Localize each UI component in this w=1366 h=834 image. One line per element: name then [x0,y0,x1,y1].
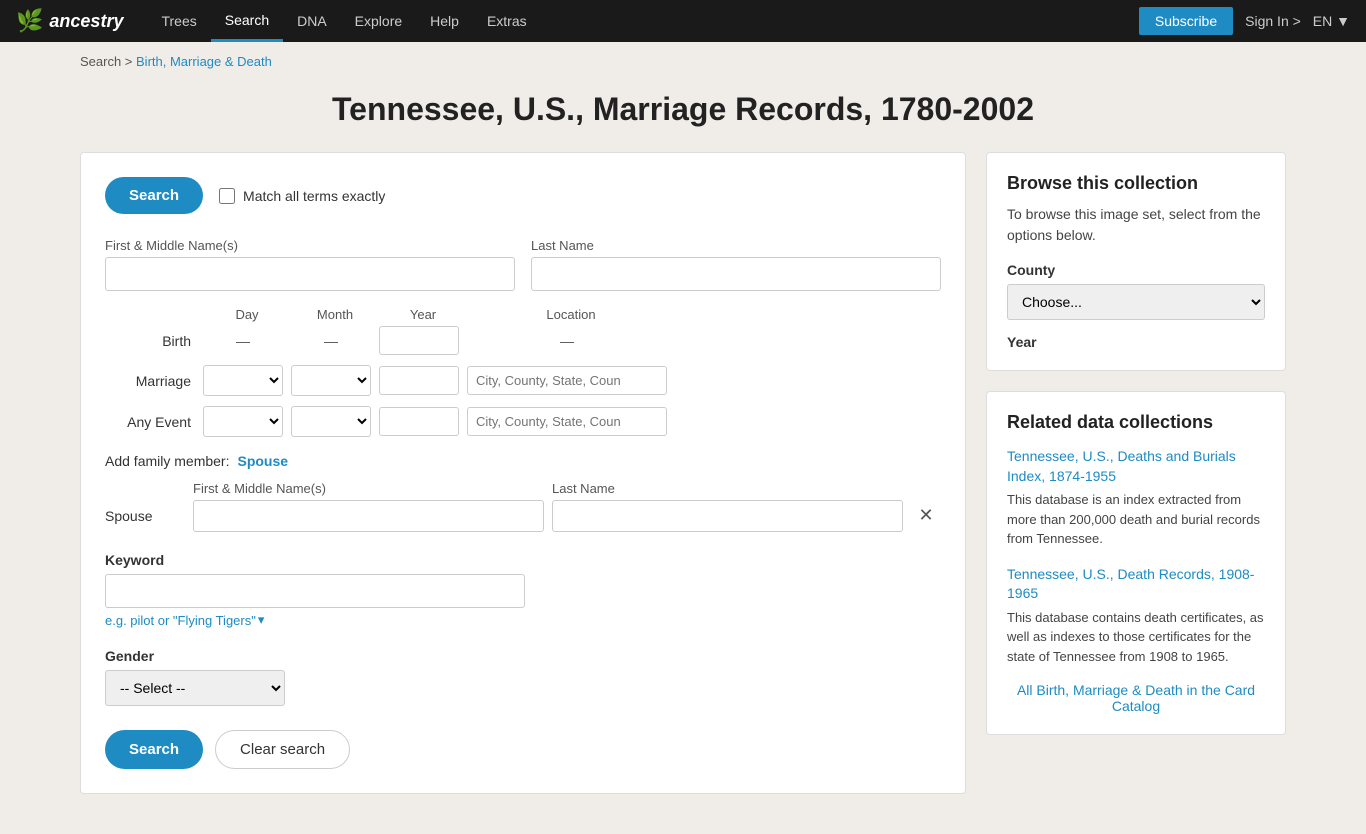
year-header: Year [383,307,463,322]
date-grid: Day Month Year Location Birth — — — Marr… [105,307,941,437]
gender-section: Gender -- Select -- Male Female [105,648,941,706]
any-event-row: Any Event [105,406,941,437]
related-desc-1: This database is an index extracted from… [1007,490,1265,549]
browse-description: To browse this image set, select from th… [1007,204,1265,246]
browse-title: Browse this collection [1007,173,1265,194]
search-button-top[interactable]: Search [105,177,203,214]
marriage-label: Marriage [105,373,195,389]
related-item-1: Tennessee, U.S., Deaths and Burials Inde… [1007,447,1265,549]
birth-label: Birth [105,333,195,349]
marriage-day-select[interactable] [203,365,283,396]
spouse-link[interactable]: Spouse [237,453,288,469]
first-name-group: First & Middle Name(s) [105,238,515,291]
last-name-label: Last Name [531,238,941,253]
birth-day-dash: — [203,333,283,349]
spouse-row-label: Spouse [105,508,185,532]
nav-help[interactable]: Help [416,0,473,42]
nav-explore[interactable]: Explore [341,0,416,42]
spouse-first-name-input[interactable] [193,500,544,532]
birth-row: Birth — — — [105,326,941,355]
spouse-last-name-input[interactable] [552,500,903,532]
bottom-buttons: Search Clear search [105,730,941,769]
subscribe-button[interactable]: Subscribe [1139,7,1233,35]
header-empty [109,307,199,322]
date-grid-header: Day Month Year Location [105,307,941,322]
location-header: Location [471,307,671,322]
spouse-first-name-group: First & Middle Name(s) [193,481,544,532]
marriage-month-select[interactable] [291,365,371,396]
search-button-bottom[interactable]: Search [105,730,203,769]
chevron-down-icon: ▾ [258,612,265,628]
county-label: County [1007,262,1265,278]
page-title: Tennessee, U.S., Marriage Records, 1780-… [0,91,1366,128]
match-all-text: Match all terms exactly [243,188,385,204]
gender-select[interactable]: -- Select -- Male Female [105,670,285,706]
breadcrumb: Search > Birth, Marriage & Death [0,42,1366,81]
nav-extras[interactable]: Extras [473,0,541,42]
clear-search-button[interactable]: Clear search [215,730,350,769]
name-fields-row: First & Middle Name(s) Last Name [105,238,941,291]
first-name-label: First & Middle Name(s) [105,238,515,253]
breadcrumb-prefix: Search > [80,54,136,69]
marriage-location-input[interactable] [467,366,667,395]
county-select[interactable]: Choose... [1007,284,1265,320]
related-item-2: Tennessee, U.S., Death Records, 1908-196… [1007,565,1265,667]
any-event-location-input[interactable] [467,407,667,436]
related-title: Related data collections [1007,412,1265,433]
month-header: Month [295,307,375,322]
spouse-last-name-group: Last Name [552,481,903,532]
remove-spouse-button[interactable]: ✕ [911,505,941,532]
marriage-year-input[interactable] [379,366,459,395]
spouse-first-name-label: First & Middle Name(s) [193,481,544,496]
related-link-1[interactable]: Tennessee, U.S., Deaths and Burials Inde… [1007,447,1265,486]
language-selector[interactable]: EN ▼ [1313,13,1350,29]
nav-search[interactable]: Search [211,0,283,42]
last-name-group: Last Name [531,238,941,291]
search-panel: Search Match all terms exactly First & M… [80,152,966,794]
any-event-month-select[interactable] [291,406,371,437]
logo[interactable]: 🌿 ancestry [16,8,123,34]
sign-in-link[interactable]: Sign In > [1245,13,1301,29]
page-title-section: Tennessee, U.S., Marriage Records, 1780-… [0,81,1366,152]
nav-links: Trees Search DNA Explore Help Extras [147,0,1138,42]
all-records-link[interactable]: All Birth, Marriage & Death in the Card … [1007,682,1265,714]
year-label: Year [1007,334,1265,350]
any-event-day-select[interactable] [203,406,283,437]
search-top: Search Match all terms exactly [105,177,941,214]
spouse-last-name-label: Last Name [552,481,903,496]
any-event-year-input[interactable] [379,407,459,436]
add-family-prefix: Add family member: [105,453,229,469]
ancestry-leaf-icon: 🌿 [16,8,43,34]
browse-box: Browse this collection To browse this im… [986,152,1286,371]
breadcrumb-link[interactable]: Birth, Marriage & Death [136,54,272,69]
birth-year-input[interactable] [379,326,459,355]
nav-trees[interactable]: Trees [147,0,210,42]
main-layout: Search Match all terms exactly First & M… [0,152,1366,834]
day-header: Day [207,307,287,322]
match-all-label[interactable]: Match all terms exactly [219,188,385,204]
birth-month-dash: — [291,333,371,349]
related-box: Related data collections Tennessee, U.S.… [986,391,1286,735]
birth-location-dash: — [467,333,667,349]
last-name-input[interactable] [531,257,941,291]
first-name-input[interactable] [105,257,515,291]
add-family-section: Add family member: Spouse Spouse First &… [105,453,941,532]
right-panel: Browse this collection To browse this im… [986,152,1286,794]
gender-label: Gender [105,648,941,664]
related-desc-2: This database contains death certificate… [1007,608,1265,667]
marriage-row: Marriage [105,365,941,396]
keyword-section: Keyword e.g. pilot or "Flying Tigers" ▾ [105,552,941,628]
keyword-input[interactable] [105,574,525,608]
match-all-checkbox[interactable] [219,188,235,204]
spouse-row: Spouse First & Middle Name(s) Last Name … [105,481,941,532]
main-nav: 🌿 ancestry Trees Search DNA Explore Help… [0,0,1366,42]
nav-right: Subscribe Sign In > EN ▼ [1139,7,1350,35]
any-event-label: Any Event [105,414,195,430]
nav-dna[interactable]: DNA [283,0,341,42]
keyword-hint[interactable]: e.g. pilot or "Flying Tigers" ▾ [105,612,941,628]
logo-text: ancestry [49,11,123,32]
keyword-label: Keyword [105,552,941,568]
related-link-2[interactable]: Tennessee, U.S., Death Records, 1908-196… [1007,565,1265,604]
add-family-header: Add family member: Spouse [105,453,941,469]
